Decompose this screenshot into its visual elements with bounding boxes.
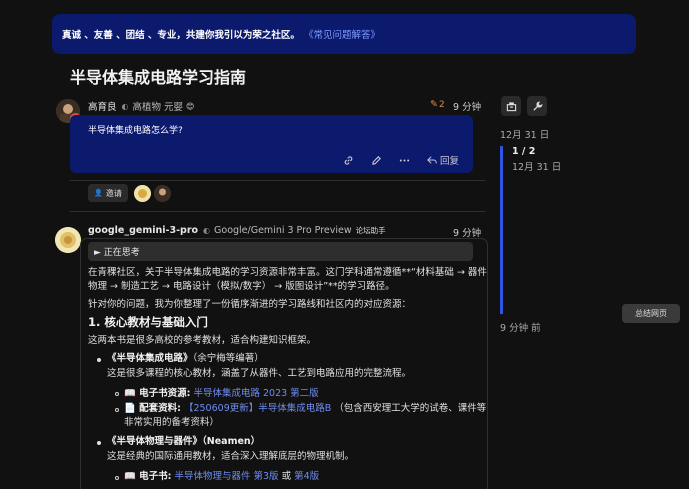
bookmark-button[interactable]: [501, 96, 521, 116]
wrench-icon: [532, 100, 543, 111]
user-badge: 论坛助手: [355, 226, 386, 235]
invite-button[interactable]: 👤 邀请: [88, 184, 128, 202]
bullet: [115, 408, 119, 412]
ebook-label: 📖 电子书:: [124, 471, 172, 482]
book-author: （余宁梅等编著）: [192, 353, 264, 364]
edit-indicator[interactable]: ✎2: [430, 99, 445, 110]
paragraph: 这是经典的国际通用教材，适合深入理解底层的物理机制。: [107, 451, 355, 462]
invite-label: 邀请: [105, 188, 122, 198]
bullet: [115, 392, 119, 396]
timeline-handle[interactable]: [500, 146, 503, 314]
book-title: 《半导体物理与器件》: [107, 436, 203, 447]
list-item: 📄 配套资料: 【250609更新】半导体集成电路B （包含西安理工大学的试卷、…: [124, 401, 486, 416]
more-options-icon[interactable]: [399, 155, 410, 166]
list-item: 📖 电子书资源: 半导体集成电路 2023 第二版: [124, 386, 319, 401]
post-meta: google_gemini-3-pro ◐ Google/Gemini 3 Pr…: [88, 225, 386, 236]
ebook-link[interactable]: 第4版: [294, 471, 319, 482]
title-emoji: 😊: [186, 101, 195, 111]
thinking-toggle[interactable]: ► 正在思考: [88, 242, 473, 261]
username[interactable]: 高育良: [88, 99, 117, 113]
archive-icon: [506, 101, 516, 111]
participant-avatar[interactable]: [134, 185, 151, 202]
reply-button[interactable]: 回复: [427, 153, 459, 167]
shield-icon: ◐: [203, 226, 211, 235]
shield-icon: ◐: [121, 101, 129, 111]
book-title: 《半导体集成电路》: [107, 353, 193, 364]
edit-icon[interactable]: [371, 155, 382, 166]
supplement-note: （包含西安理工大学的试卷、课件等: [334, 403, 487, 414]
post-time[interactable]: 9 分钟: [453, 99, 481, 113]
user-title: 高植物 元婴: [132, 102, 184, 113]
paragraph: 这是很多课程的核心教材，涵盖了从器件、工艺到电路应用的完整流程。: [107, 368, 412, 379]
paragraph: 非常实用的备考资料）: [124, 417, 220, 428]
section-heading: 1. 核心教材与基础入门: [88, 315, 208, 329]
paragraph: 在青稞社区，关于半导体集成电路的学习资源非常丰富。这门学科通常遵循**“材料基础…: [88, 267, 487, 278]
or-text: 或: [281, 471, 292, 482]
link-icon[interactable]: [343, 155, 354, 166]
divider: [70, 211, 486, 212]
summary-label: 总结网页: [635, 309, 667, 318]
list-item: 《半导体集成电路》（余宁梅等编著）: [107, 351, 264, 366]
timeline-end-date[interactable]: 9 分钟 前: [500, 320, 541, 334]
ebook-link[interactable]: 半导体集成电路 2023 第二版: [193, 388, 318, 399]
username[interactable]: google_gemini-3-pro: [88, 225, 198, 236]
post-actions: 回复: [343, 153, 459, 167]
paragraph: 这两本书是很多高校的参考教材，适合构建知识框架。: [88, 335, 317, 346]
post-text: 半导体集成电路怎么学?: [88, 126, 183, 136]
participant-avatar[interactable]: [154, 185, 171, 202]
supplement-label: 📄 配套资料:: [124, 403, 181, 414]
avatar[interactable]: [55, 227, 81, 253]
user-title: Google/Gemini 3 Pro Preview: [214, 225, 352, 236]
banner-text: 真诚 、友善 、团结 、专业，共建你我引以为荣之社区。: [62, 30, 300, 41]
edit-count: 2: [438, 100, 445, 110]
ebook-link[interactable]: 半导体物理与器件 第3版: [174, 471, 278, 482]
post-meta: 高育良 ◐ 高植物 元婴 😊: [88, 99, 195, 114]
add-user-icon: 👤: [94, 189, 103, 197]
bullet: [97, 358, 101, 362]
post-body: 半导体集成电路怎么学? 回复: [70, 115, 473, 173]
list-item: 📖 电子书: 半导体物理与器件 第3版 或 第4版: [124, 469, 319, 484]
list-item: 《半导体物理与器件》（Neamen）: [107, 434, 260, 449]
faq-link[interactable]: 《常见问题解答》: [304, 27, 380, 41]
bullet: [97, 441, 101, 445]
edit-icon: ✎: [430, 99, 438, 110]
ebook-label: 📖 电子书资源:: [124, 388, 191, 399]
timeline-counter: 1 / 2: [512, 146, 536, 157]
timeline-current-date: 12月 31 日: [512, 162, 562, 173]
book-author: （Neamen）: [202, 436, 261, 447]
post-time[interactable]: 9 分钟: [453, 225, 481, 239]
reply-label: 回复: [439, 156, 459, 167]
summarize-page-button[interactable]: 总结网页: [622, 304, 680, 323]
timeline-start-date[interactable]: 12月 31 日: [500, 127, 549, 141]
divider: [70, 180, 486, 181]
supplement-link[interactable]: 【250609更新】半导体集成电路B: [184, 403, 331, 414]
announcement-banner: 真诚 、友善 、团结 、专业，共建你我引以为荣之社区。 《常见问题解答》: [52, 14, 636, 54]
topic-title[interactable]: 半导体集成电路学习指南: [70, 64, 246, 88]
bullet: [115, 476, 119, 480]
paragraph: 物理 → 制造工艺 → 电路设计（模拟/数字） → 版图设计”**的学习路径。: [88, 281, 395, 292]
admin-wrench-button[interactable]: [527, 96, 547, 116]
paragraph: 针对你的问题，我为你整理了一份循序渐进的学习路线和社区内的对应资源：: [88, 299, 412, 310]
reply-icon: [427, 156, 437, 164]
